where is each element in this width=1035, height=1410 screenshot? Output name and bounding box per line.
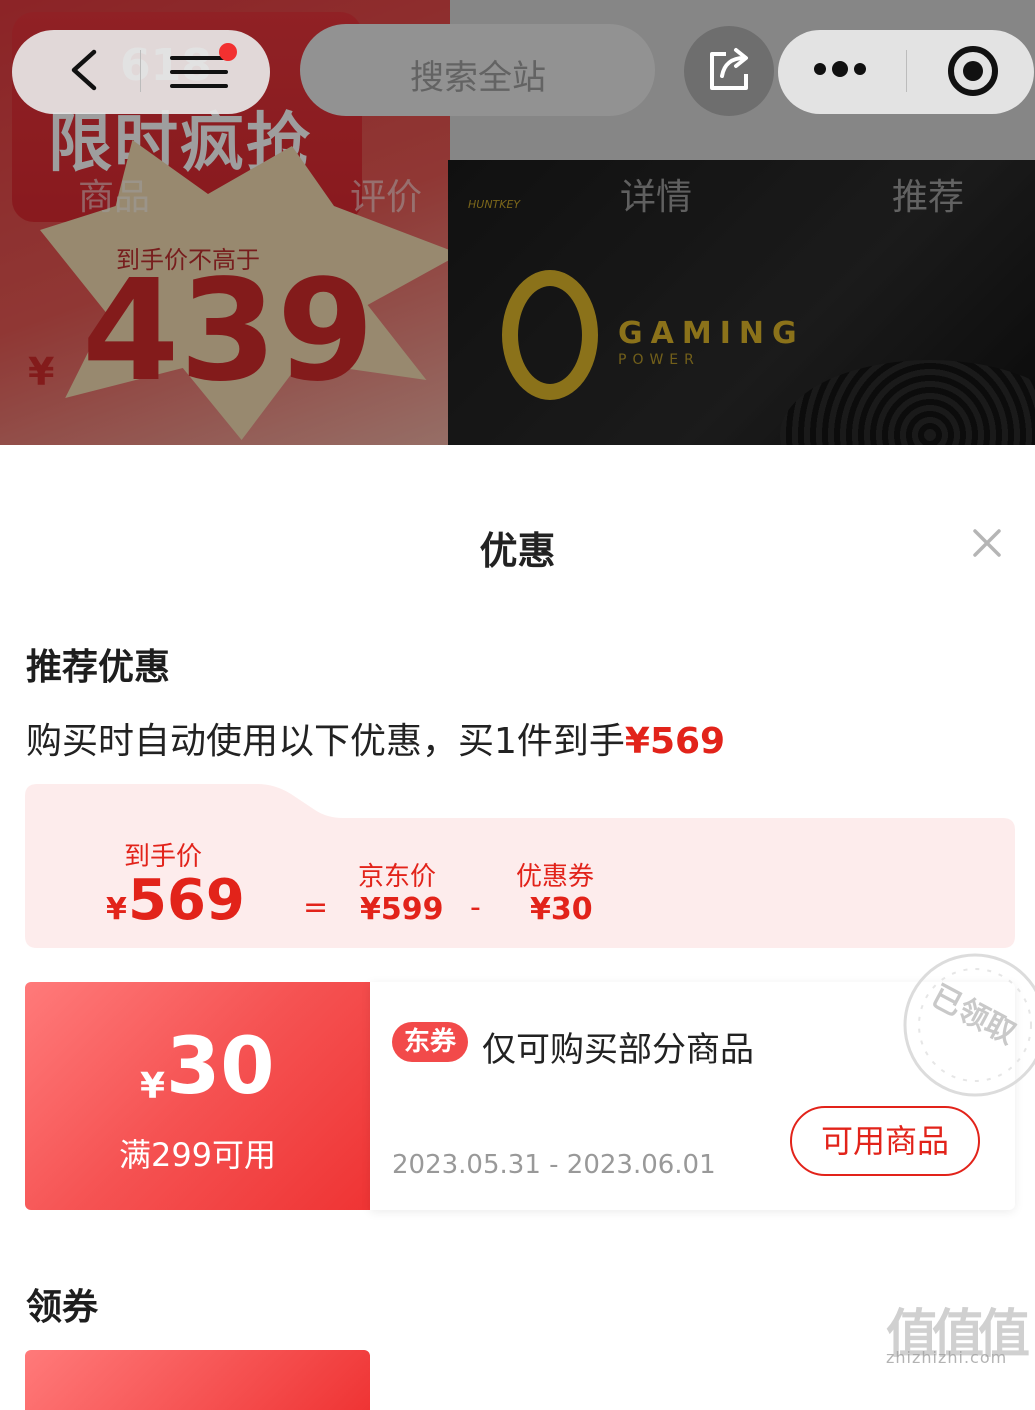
hamburger-menu-icon[interactable] <box>170 52 228 92</box>
jd-price-label: 京东价 <box>358 862 437 892</box>
close-icon[interactable] <box>972 528 1002 558</box>
claim-coupons-title: 领券 <box>26 1287 99 1328</box>
nav-right-divider <box>906 50 907 92</box>
auto-apply-price: ¥569 <box>624 721 726 762</box>
coupon-amount: 30 <box>166 1022 275 1112</box>
watermark-url: zhizhizhi.com <box>886 1348 1008 1367</box>
equals-sign: = <box>303 890 329 925</box>
sheet-title: 优惠 <box>479 529 556 573</box>
coupon-date-range: 2023.05.31 - 2023.06.01 <box>392 1150 716 1180</box>
final-price-yen: ¥ <box>106 892 127 927</box>
coupon-type-badge: 东券 <box>392 1022 469 1062</box>
share-button[interactable] <box>684 26 774 116</box>
notification-dot-icon <box>219 43 237 61</box>
auto-apply-note-text: 购买时自动使用以下优惠，买1件到手 <box>26 721 625 762</box>
nav-left-capsule <box>12 30 270 114</box>
coupon-yen: ¥ <box>140 1066 166 1107</box>
recommended-title: 推荐优惠 <box>26 647 171 688</box>
coupon-condition: 满299可用 <box>118 1136 277 1174</box>
available-products-button[interactable]: 可用商品 <box>790 1106 980 1176</box>
coupon-value: ¥30 <box>530 892 593 927</box>
coupon-label: 优惠券 <box>516 862 595 892</box>
share-icon <box>710 48 748 90</box>
coupon-amount-panel-2 <box>25 1350 370 1410</box>
more-dots-icon[interactable] <box>812 61 868 77</box>
coupon-description: 仅可购买部分商品 <box>482 1030 754 1070</box>
chevron-left-icon[interactable] <box>64 48 108 92</box>
auto-apply-note: 购买时自动使用以下优惠，买1件到手¥569 <box>26 712 725 764</box>
record-icon[interactable] <box>948 46 998 96</box>
jd-price-value: ¥599 <box>360 892 444 927</box>
minus-sign: - <box>470 890 481 925</box>
nav-divider <box>140 50 141 92</box>
final-price-value: 569 <box>128 868 245 933</box>
